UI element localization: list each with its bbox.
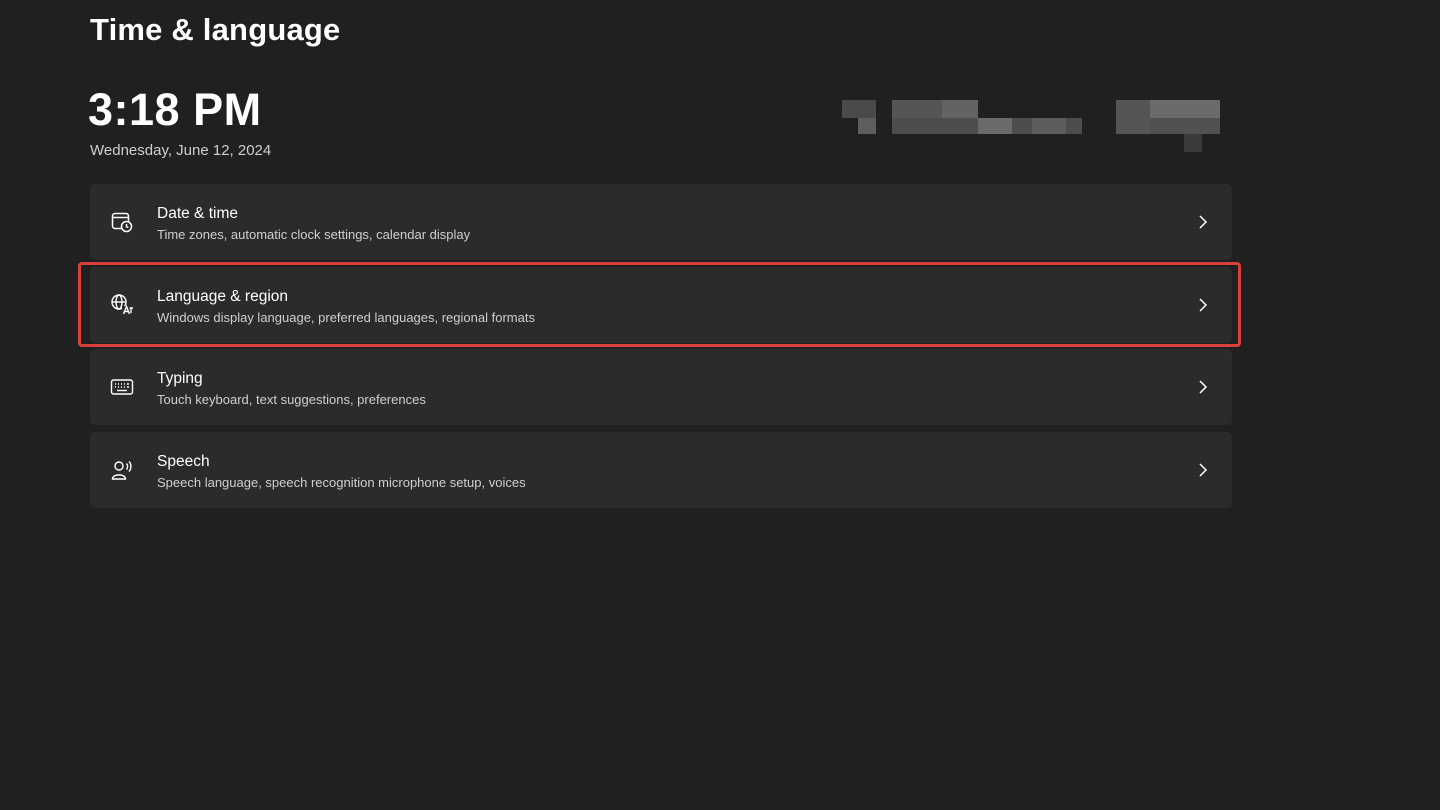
chevron-right-icon <box>1194 213 1212 231</box>
page-title: Time & language <box>90 12 341 47</box>
keyboard-icon <box>110 375 134 399</box>
chevron-right-icon <box>1194 461 1212 479</box>
date-time-card[interactable]: Date & time Time zones, automatic clock … <box>90 184 1232 260</box>
calendar-clock-icon <box>110 210 134 234</box>
chevron-right-icon <box>1194 296 1212 314</box>
language-globe-icon <box>110 293 134 317</box>
card-subtitle: Speech language, speech recognition micr… <box>157 474 526 490</box>
speech-person-icon <box>110 458 134 482</box>
speech-card[interactable]: Speech Speech language, speech recogniti… <box>90 431 1232 508</box>
language-region-card[interactable]: Language & region Windows display langua… <box>90 266 1232 343</box>
card-title: Typing <box>157 370 203 387</box>
settings-page: Time & language 3:18 PM Wednesday, June … <box>0 0 1440 810</box>
chevron-right-icon <box>1194 378 1212 396</box>
typing-card[interactable]: Typing Touch keyboard, text suggestions,… <box>90 349 1232 425</box>
card-title: Speech <box>157 452 210 470</box>
settings-list: Date & time Time zones, automatic clock … <box>90 184 1232 514</box>
card-subtitle: Touch keyboard, text suggestions, prefer… <box>157 392 426 407</box>
clock-date: Wednesday, June 12, 2024 <box>90 142 272 159</box>
clock-time: 3:18 PM <box>88 84 262 135</box>
card-subtitle: Windows display language, preferred lang… <box>157 309 535 325</box>
card-title: Date & time <box>157 205 238 222</box>
card-title: Language & region <box>157 287 289 305</box>
redacted-region <box>842 100 1222 154</box>
card-subtitle: Time zones, automatic clock settings, ca… <box>157 227 471 242</box>
